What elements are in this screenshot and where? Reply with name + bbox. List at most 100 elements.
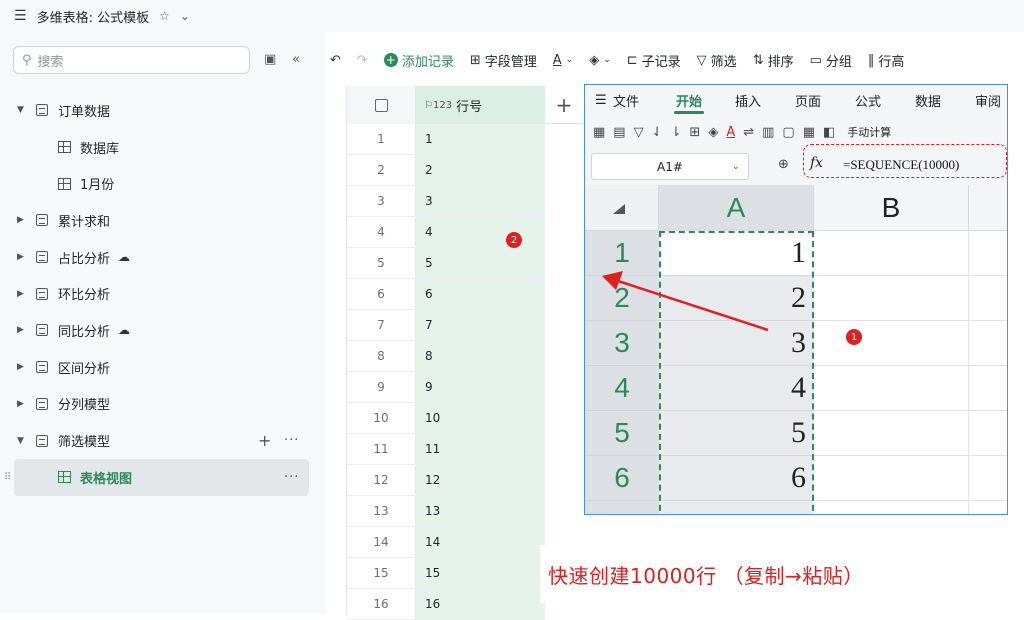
row-header[interactable] <box>585 501 659 514</box>
row-value-cell[interactable]: 14 <box>416 527 545 557</box>
row-header[interactable]: 2 <box>585 276 659 321</box>
table-row[interactable]: 12 12 <box>347 465 545 496</box>
sidebar-item-orders[interactable]: ▼ 订单数据 <box>0 92 326 129</box>
table-row[interactable]: 16 16 <box>347 589 545 620</box>
menu-file[interactable]: 文件 <box>613 91 639 110</box>
caret-right-icon[interactable]: ▶ <box>17 215 24 225</box>
table-row[interactable]: 13 13 <box>347 496 545 527</box>
sort-button[interactable]: ⇅ 排序 <box>753 51 794 70</box>
hamburger-icon[interactable]: ☰ <box>14 8 27 24</box>
redo-button[interactable]: ↷ <box>357 53 368 68</box>
more-icon[interactable]: ··· <box>284 433 299 448</box>
undo-button[interactable]: ↶ <box>330 53 341 68</box>
column-header-a[interactable]: A <box>659 185 814 231</box>
row-value-cell[interactable]: 7 <box>416 310 545 340</box>
row-value-cell[interactable]: 12 <box>416 465 545 495</box>
border-icon[interactable]: ⊞ <box>689 125 700 140</box>
table-row[interactable]: 99 <box>347 372 545 403</box>
table-row[interactable]: 33 <box>347 186 545 217</box>
row-header[interactable]: 4 <box>585 366 659 411</box>
cell-c[interactable] <box>969 501 1007 514</box>
table-row[interactable]: 66 <box>347 279 545 310</box>
zoom-icon[interactable]: ⊕ <box>778 157 789 172</box>
row-value-cell[interactable]: 9 <box>416 372 545 402</box>
caret-right-icon[interactable]: ▶ <box>17 252 24 262</box>
menu-review[interactable]: 审阅 <box>975 91 1001 110</box>
drag-handle-icon[interactable]: ⠿ <box>4 472 11 483</box>
sidebar-item-table-view[interactable]: ⠿ 表格视图 ··· <box>4 458 309 496</box>
menu-home[interactable]: 开始 <box>676 91 702 110</box>
cell-c[interactable] <box>969 456 1007 501</box>
caret-right-icon[interactable]: ▶ <box>17 325 24 335</box>
add-record-button[interactable]: + 添加记录 <box>383 51 454 70</box>
field-manage-button[interactable]: ⊞ 字段管理 <box>470 51 537 70</box>
name-box[interactable]: A1# ⌄ <box>591 153 749 180</box>
table-row[interactable]: 11 <box>347 124 545 155</box>
row-value-cell[interactable]: 13 <box>416 496 545 526</box>
filter-icon[interactable]: ▽ <box>634 125 644 140</box>
select-all-corner[interactable] <box>585 185 659 231</box>
row-value-cell[interactable]: 5 <box>416 248 545 278</box>
comment-icon[interactable]: ▢ <box>782 125 794 140</box>
row-header[interactable]: 5 <box>585 411 659 456</box>
calc-icon[interactable]: ◧ <box>823 125 835 140</box>
caret-right-icon[interactable]: ▶ <box>17 362 24 372</box>
sidebar-item-filter-model[interactable]: ▼ 筛选模型 + ··· <box>0 422 326 459</box>
sub-record-button[interactable]: ⊏ 子记录 <box>627 51 681 70</box>
text-color-button[interactable]: A ⌄ <box>553 53 573 68</box>
table-row[interactable]: 10 10 <box>347 403 545 434</box>
sidebar-item-cumulative-sum[interactable]: ▶ 累计求和 <box>0 202 326 239</box>
caret-down-icon[interactable]: ▼ <box>17 436 24 446</box>
cell-b[interactable] <box>814 501 969 514</box>
row-value-cell[interactable]: 15 <box>416 558 545 588</box>
fill-color-button[interactable]: ◈ ⌄ <box>589 53 611 68</box>
row-header[interactable]: 1 <box>585 231 659 276</box>
sidebar-item-mom-analysis[interactable]: ▶ 环比分析 <box>0 275 326 312</box>
cell-a[interactable]: 6 <box>659 456 814 501</box>
table-row[interactable]: 22 <box>347 155 545 186</box>
caret-down-icon[interactable]: ▼ <box>17 105 24 115</box>
cell-b[interactable] <box>814 231 969 276</box>
column-header-row-number[interactable]: ⚐123 行号 <box>416 86 545 124</box>
menu-insert[interactable]: 插入 <box>735 91 761 110</box>
table-row[interactable]: 77 <box>347 310 545 341</box>
column-header-c[interactable] <box>969 185 1007 231</box>
row-value-cell[interactable]: 4 <box>416 217 545 247</box>
row-value-cell[interactable]: 2 <box>416 155 545 185</box>
menu-formula[interactable]: 公式 <box>855 91 881 110</box>
row-value-cell[interactable]: 11 <box>416 434 545 464</box>
freeze-icon[interactable]: ▦ <box>803 125 815 140</box>
cell-c[interactable] <box>969 366 1007 411</box>
sidebar-toggle-icon[interactable]: ▣ <box>264 52 276 67</box>
sidebar-item-yoy-analysis[interactable]: ▶ 同比分析 ☁ <box>0 312 326 349</box>
row-value-cell[interactable]: 3 <box>416 186 545 216</box>
row-value-cell[interactable]: 8 <box>416 341 545 371</box>
row-value-cell[interactable]: 16 <box>416 589 545 619</box>
cell-b[interactable] <box>814 321 969 366</box>
cell-c[interactable] <box>969 276 1007 321</box>
cell-c[interactable] <box>969 411 1007 456</box>
table-row[interactable]: 15 15 <box>347 558 545 589</box>
add-column-button[interactable]: + <box>545 86 583 124</box>
cell-b[interactable] <box>814 276 969 321</box>
search-input[interactable]: ⚲ 搜索 <box>13 46 250 74</box>
row-header[interactable]: 6 <box>585 456 659 501</box>
caret-right-icon[interactable]: ▶ <box>17 399 24 409</box>
cell-b[interactable] <box>814 456 969 501</box>
sidebar-item-range-analysis[interactable]: ▶ 区间分析 <box>0 349 326 386</box>
sidebar-item-split-model[interactable]: ▶ 分列模型 <box>0 386 326 423</box>
collapse-sidebar-icon[interactable]: « <box>292 52 300 67</box>
group-button[interactable]: ▭ 分组 <box>810 51 852 70</box>
menu-data[interactable]: 数据 <box>915 91 941 110</box>
table-row[interactable]: 55 <box>347 248 545 279</box>
star-icon[interactable]: ☆ <box>159 9 170 23</box>
row-header[interactable]: 3 <box>585 321 659 366</box>
row-height-button[interactable]: ‖ 行高 <box>868 51 905 70</box>
menu-page[interactable]: 页面 <box>795 91 821 110</box>
row-value-cell[interactable]: 10 <box>416 403 545 433</box>
cell-c[interactable] <box>969 231 1007 276</box>
row-value-cell[interactable]: 1 <box>416 124 545 154</box>
wrap-icon[interactable]: ⇌ <box>743 125 754 140</box>
manual-calc-button[interactable]: 手动计算 <box>847 124 891 140</box>
sidebar-item-database[interactable]: 数据库 <box>0 129 326 166</box>
